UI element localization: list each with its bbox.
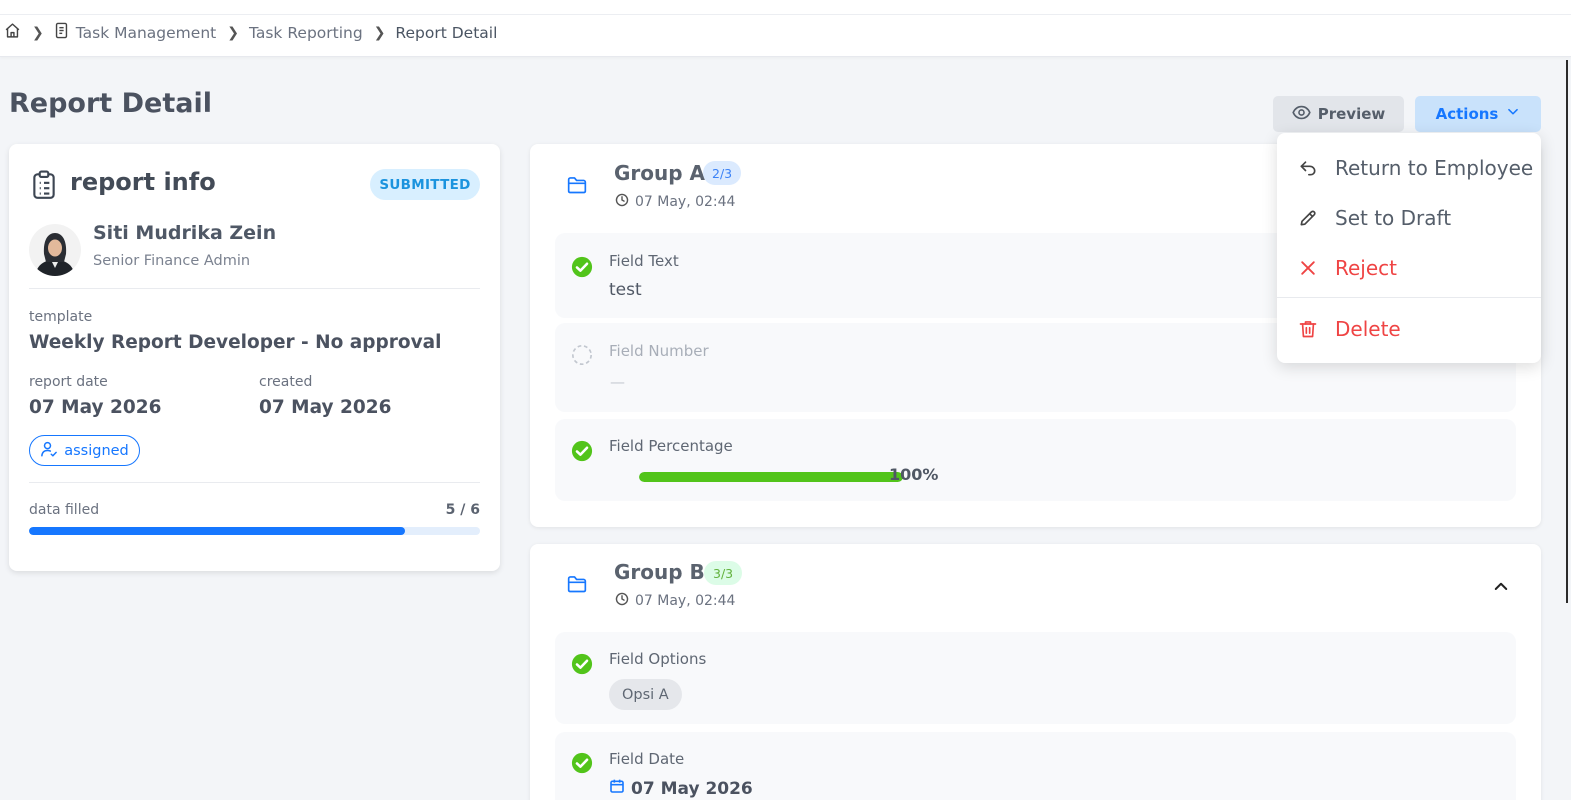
page-title: Report Detail	[9, 88, 212, 119]
employee-role: Senior Finance Admin	[93, 253, 251, 269]
close-icon	[1301, 261, 1315, 275]
created-label: created	[259, 374, 313, 390]
chevron-up-icon[interactable]	[1492, 577, 1510, 599]
date-value: 07 May 2026	[609, 778, 753, 799]
percentage-bar	[639, 472, 903, 482]
check-circle-icon	[571, 256, 593, 282]
breadcrumb-report-detail: Report Detail	[395, 23, 498, 42]
group-name: Group A	[614, 161, 706, 185]
check-circle-icon	[571, 440, 593, 466]
field-label: Field Text	[609, 252, 679, 270]
document-icon	[54, 22, 69, 43]
actions-button[interactable]: Actions	[1415, 96, 1541, 132]
group-time-text: 07 May, 02:44	[635, 194, 736, 210]
group-count-badge: 2/3	[703, 161, 742, 185]
breadcrumb-task-reporting[interactable]: Task Reporting	[249, 24, 363, 42]
group-timestamp: 07 May, 02:44	[615, 193, 735, 211]
field-row-percentage: Field Percentage 100%	[555, 419, 1516, 501]
group-count-badge: 3/3	[704, 561, 743, 585]
template-value: Weekly Report Developer - No approval	[29, 332, 442, 353]
home-icon[interactable]	[4, 22, 21, 43]
breadcrumb-separator: ❯	[227, 24, 239, 41]
menu-item-label: Delete	[1335, 317, 1401, 341]
field-row-date: Field Date 07 May 2026	[555, 732, 1516, 800]
field-label: Field Date	[609, 750, 685, 768]
percentage-value: 100%	[889, 465, 939, 484]
breadcrumb-separator: ❯	[373, 24, 386, 41]
menu-item-reject[interactable]: Reject	[1277, 246, 1541, 290]
preview-button-label: Preview	[1317, 105, 1386, 123]
pencil-icon	[1300, 210, 1316, 226]
breadcrumb-task-management[interactable]: Task Management	[76, 24, 216, 42]
menu-item-delete[interactable]: Delete	[1277, 307, 1541, 351]
actions-dropdown-menu: Return to Employee Set to Draft Reject D…	[1277, 133, 1541, 363]
chevron-down-icon	[1498, 105, 1520, 123]
top-bar: ❯ Task Management ❯ Task Reporting ❯ Rep…	[0, 0, 1571, 57]
data-filled-progress-fill	[29, 527, 405, 535]
data-filled-label: data filled	[29, 502, 100, 518]
date-value-text: 07 May 2026	[631, 778, 753, 799]
check-circle-icon	[571, 653, 593, 679]
folder-icon	[567, 176, 587, 198]
eye-icon	[1292, 103, 1318, 126]
field-value: test	[609, 280, 642, 300]
pending-circle-icon	[571, 344, 593, 370]
divider	[29, 482, 480, 483]
report-info-card: report info SUBMITTED Siti Mudrika Zein …	[9, 144, 500, 571]
menu-item-label: Set to Draft	[1335, 206, 1452, 230]
breadcrumb-separator: ❯	[32, 24, 44, 41]
field-label: Field Options	[609, 650, 707, 668]
divider	[29, 288, 480, 289]
topbar-divider	[0, 14, 1571, 15]
calendar-icon	[609, 778, 631, 799]
group-time-text: 07 May, 02:44	[635, 593, 736, 609]
actions-button-label: Actions	[1435, 105, 1499, 123]
menu-item-return-to-employee[interactable]: Return to Employee	[1277, 146, 1541, 190]
assigned-label: assigned	[64, 442, 129, 459]
folder-icon	[567, 575, 587, 597]
template-label: template	[29, 309, 93, 325]
menu-divider	[1277, 297, 1541, 298]
avatar	[29, 224, 81, 276]
employee-name: Siti Mudrika Zein	[93, 222, 277, 244]
user-check-icon	[40, 440, 64, 462]
report-date-label: report date	[29, 374, 108, 390]
field-value-empty: —	[610, 373, 625, 391]
menu-item-label: Return to Employee	[1335, 156, 1534, 180]
clock-icon	[615, 592, 635, 610]
report-date-value: 07 May 2026	[29, 397, 162, 418]
check-circle-icon	[571, 752, 593, 778]
status-badge: SUBMITTED	[370, 169, 480, 200]
field-label: Field Number	[609, 342, 709, 360]
menu-item-set-to-draft[interactable]: Set to Draft	[1277, 196, 1541, 240]
group-name: Group B	[614, 560, 705, 584]
group-timestamp: 07 May, 02:44	[615, 592, 735, 610]
created-value: 07 May 2026	[259, 397, 392, 418]
scrollbar[interactable]	[1566, 60, 1568, 603]
data-filled-count: 5 / 6	[445, 502, 480, 518]
preview-button[interactable]: Preview	[1273, 96, 1404, 132]
field-row-options: Field Options Opsi A	[555, 632, 1516, 724]
clipboard-icon	[31, 170, 57, 204]
report-info-title: report info	[70, 168, 216, 196]
clock-icon	[615, 193, 635, 211]
data-filled-progress	[29, 527, 480, 535]
field-label: Field Percentage	[609, 437, 733, 455]
percentage-bar-fill	[639, 472, 903, 482]
trash-icon	[1299, 321, 1317, 338]
group-card-b: Group B 3/3 07 May, 02:44 Field Options …	[530, 544, 1541, 800]
menu-item-label: Reject	[1335, 256, 1398, 280]
breadcrumb: ❯ Task Management ❯ Task Reporting ❯ Rep…	[4, 22, 497, 43]
assigned-badge: assigned	[29, 435, 140, 466]
return-arrow-icon	[1300, 161, 1316, 176]
option-tag: Opsi A	[609, 679, 682, 710]
